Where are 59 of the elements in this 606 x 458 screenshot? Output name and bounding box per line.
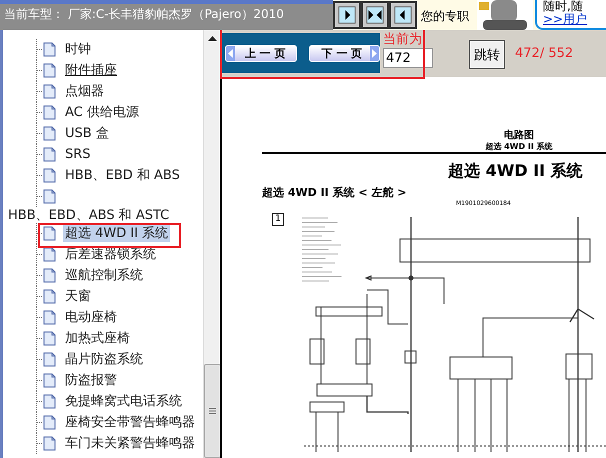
section-number: 1 xyxy=(272,213,284,226)
user-link[interactable]: >>用户 xyxy=(543,12,588,26)
page-icon xyxy=(43,394,56,409)
page-icon xyxy=(43,84,56,99)
collapse-arrows-icon xyxy=(366,6,384,24)
scroll-up-icon[interactable] xyxy=(208,36,217,41)
tree-item[interactable]: 天窗 xyxy=(63,288,93,305)
tree-item[interactable]: 巡航控制系统 xyxy=(63,267,145,284)
tree-item[interactable]: 电动座椅 xyxy=(63,309,119,326)
view-button[interactable] xyxy=(333,1,361,29)
page-icon xyxy=(43,147,56,162)
tree-item[interactable]: 点烟器 xyxy=(63,83,106,100)
right-arrow-icon xyxy=(370,46,379,60)
tree-item[interactable]: 晶片防盗系统 xyxy=(63,351,145,368)
next-page-button[interactable]: 下 一 页 xyxy=(308,44,380,62)
tree-item[interactable]: 附件插座 xyxy=(63,62,119,79)
promo-text: 您的专职 xyxy=(420,8,470,25)
tree-item[interactable]: AC 供给电源 xyxy=(63,104,141,121)
tree-item[interactable]: HBB、EBD 和 ABS xyxy=(63,167,182,184)
left-arrow-icon xyxy=(226,46,235,60)
page-icon xyxy=(43,415,56,430)
tree-item[interactable]: 座椅安全带警告蜂鸣器 xyxy=(63,414,197,431)
page-count: 472/ 552 xyxy=(515,46,574,61)
page-icon xyxy=(43,373,56,388)
page-icon xyxy=(43,63,56,78)
tree-item[interactable]: 车门未关紧警告蜂鸣器 xyxy=(63,435,197,452)
page-icon xyxy=(43,352,56,367)
tree-item[interactable]: SRS xyxy=(63,146,93,163)
page-icon xyxy=(43,168,56,183)
tree-item[interactable]: USB 盒 xyxy=(63,125,111,142)
tree-item[interactable]: 加热式座椅 xyxy=(63,330,132,347)
page-icon xyxy=(43,289,56,304)
header-subtitle: 超选 4WD II 系统 xyxy=(484,142,554,151)
view-button[interactable] xyxy=(389,1,417,29)
scrollbar-thumb[interactable] xyxy=(204,364,220,458)
tree-item[interactable]: 超选 4WD II 系统 xyxy=(63,225,170,242)
page-icon xyxy=(43,331,56,346)
tree-item[interactable]: 免提蜂窝式电话系统 xyxy=(63,393,184,410)
current-page-label: 当前为 xyxy=(383,32,423,48)
view-button[interactable] xyxy=(361,1,389,29)
page-input[interactable]: 472 xyxy=(383,48,433,68)
page-icon xyxy=(43,436,56,451)
page-icon xyxy=(43,105,56,120)
page-icon xyxy=(43,226,56,241)
tree-item[interactable]: 防盗报警 xyxy=(63,372,119,389)
page-icon xyxy=(43,247,56,262)
vehicle-title: 当前车型： 厂家:C-长丰猎豹帕杰罗（Pajero）2010 xyxy=(0,0,333,30)
page-icon xyxy=(43,42,56,57)
page-icon xyxy=(43,268,56,283)
bubble-text: 随时,随 xyxy=(543,0,584,13)
tree-folder-label[interactable]: HBB、EBD、ABS 和 ASTC xyxy=(8,206,170,224)
tree-item[interactable]: 时钟 xyxy=(63,41,93,58)
page-icon xyxy=(43,310,56,325)
jump-button[interactable]: 跳转 xyxy=(469,40,505,69)
header-title: 电路图 xyxy=(503,130,535,142)
diagram-title: 超选 4WD II 系统 xyxy=(447,162,584,180)
previous-page-button[interactable]: 上 一 页 xyxy=(225,44,296,62)
diagram-subtitle: 超选 4WD II 系统 < 左舵 > xyxy=(262,186,408,199)
page-icon xyxy=(43,126,56,141)
